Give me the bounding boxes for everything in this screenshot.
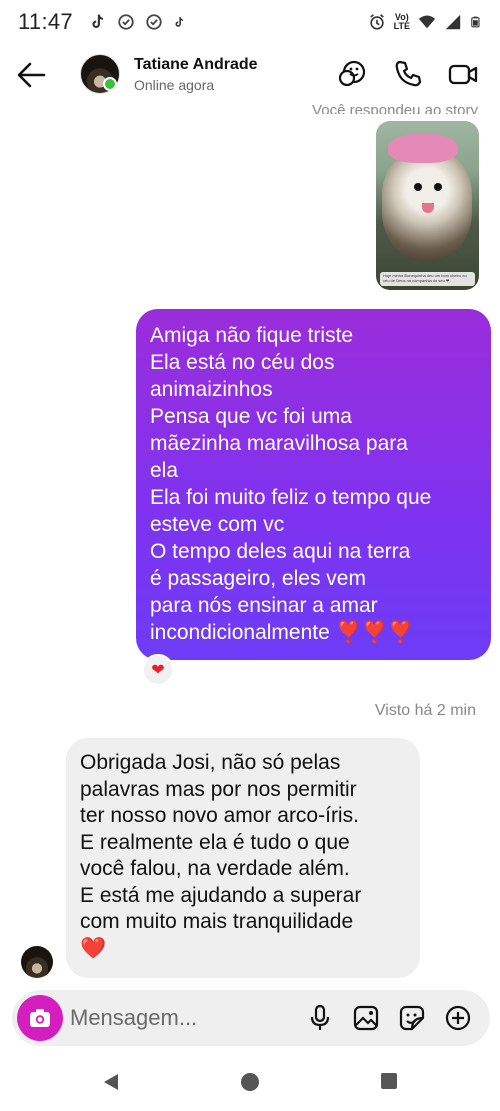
message-line: com muito mais tranquilidade bbox=[80, 910, 354, 933]
microphone-icon[interactable] bbox=[305, 1003, 335, 1033]
message-line: Ela está no céu dos bbox=[150, 351, 335, 374]
signal-icon bbox=[445, 14, 461, 30]
system-nav-bar bbox=[0, 1050, 500, 1111]
status-bar: 11:47 Vo) LTE bbox=[0, 0, 500, 44]
wifi-icon bbox=[418, 15, 436, 29]
online-status-dot bbox=[103, 77, 117, 91]
camera-icon bbox=[30, 1009, 50, 1027]
message-line: E realmente ela é tudo o que bbox=[80, 830, 350, 854]
dog-eye bbox=[414, 183, 422, 191]
phone-call-icon[interactable] bbox=[392, 58, 424, 90]
nav-home-icon[interactable] bbox=[240, 1072, 260, 1092]
video-effects-icon[interactable] bbox=[336, 58, 368, 90]
tiktok-icon bbox=[92, 14, 103, 28]
message-line: Amiga não fique triste bbox=[150, 324, 354, 347]
message-line: ela bbox=[150, 459, 179, 482]
status-time: 11:47 bbox=[18, 9, 73, 34]
message-line: O tempo deles aqui na terra bbox=[150, 540, 411, 563]
sent-message-bubble[interactable]: Amiga não fique triste Ela está no céu d… bbox=[136, 309, 491, 660]
message-input[interactable] bbox=[70, 1004, 270, 1032]
contact-status: Online agora bbox=[134, 77, 215, 93]
check-circle-icon bbox=[146, 14, 162, 30]
back-arrow-icon[interactable] bbox=[14, 58, 50, 92]
message-line: animaizinhos bbox=[150, 378, 273, 401]
message-line: incondicionalmente ❣️❣️❣️ bbox=[150, 621, 415, 644]
sticker-icon[interactable] bbox=[397, 1003, 427, 1033]
nav-recents-icon[interactable] bbox=[380, 1072, 398, 1090]
check-circle-icon bbox=[118, 14, 134, 30]
add-icon[interactable] bbox=[443, 1003, 473, 1033]
sender-avatar[interactable] bbox=[21, 946, 53, 978]
dog-hat bbox=[388, 133, 458, 163]
message-line: E está me ajudando a superar bbox=[80, 883, 362, 907]
contact-name[interactable]: Tatiane Andrade bbox=[134, 56, 258, 74]
battery-icon bbox=[471, 16, 480, 28]
message-line: ❤️ bbox=[80, 936, 107, 960]
message-line: mãezinha maravilhosa para bbox=[150, 432, 408, 455]
story-reply-note: Você respondeu ao story bbox=[312, 102, 478, 114]
alarm-icon bbox=[369, 14, 384, 30]
story-caption: Hoje minha Bonequinha deu um bom cheiro … bbox=[380, 272, 475, 286]
message-line: palavras mas por nos permitir bbox=[80, 777, 357, 801]
message-line: você falou, na verdade além. bbox=[80, 857, 350, 880]
dog-eye bbox=[434, 183, 442, 191]
volte-indicator: Vo) LTE bbox=[393, 12, 410, 31]
seen-status: Visto há 2 min bbox=[374, 702, 476, 719]
message-line: Pensa que vc foi uma bbox=[150, 405, 352, 428]
nav-back-icon[interactable] bbox=[101, 1072, 121, 1092]
message-line: ter nosso novo amor arco-íris. bbox=[80, 804, 359, 827]
gallery-icon[interactable] bbox=[351, 1003, 381, 1033]
received-message-bubble[interactable]: Obrigada Josi, não só pelas palavras mas… bbox=[66, 738, 420, 978]
tiktok-icon bbox=[175, 16, 184, 27]
story-thumbnail[interactable]: Hoje minha Bonequinha deu um bom cheiro … bbox=[376, 121, 479, 290]
message-line: Obrigada Josi, não só pelas bbox=[80, 751, 341, 774]
video-call-icon[interactable] bbox=[447, 58, 479, 90]
camera-button[interactable] bbox=[17, 995, 63, 1041]
message-line: é passageiro, eles vem bbox=[150, 567, 366, 590]
heart-reaction[interactable]: ❤ bbox=[142, 654, 174, 686]
message-line: para nós ensinar a amar bbox=[150, 594, 378, 617]
message-composer bbox=[12, 990, 490, 1046]
message-line: Ela foi muito feliz o tempo que bbox=[150, 486, 432, 509]
message-line: esteve com vc bbox=[150, 513, 285, 536]
